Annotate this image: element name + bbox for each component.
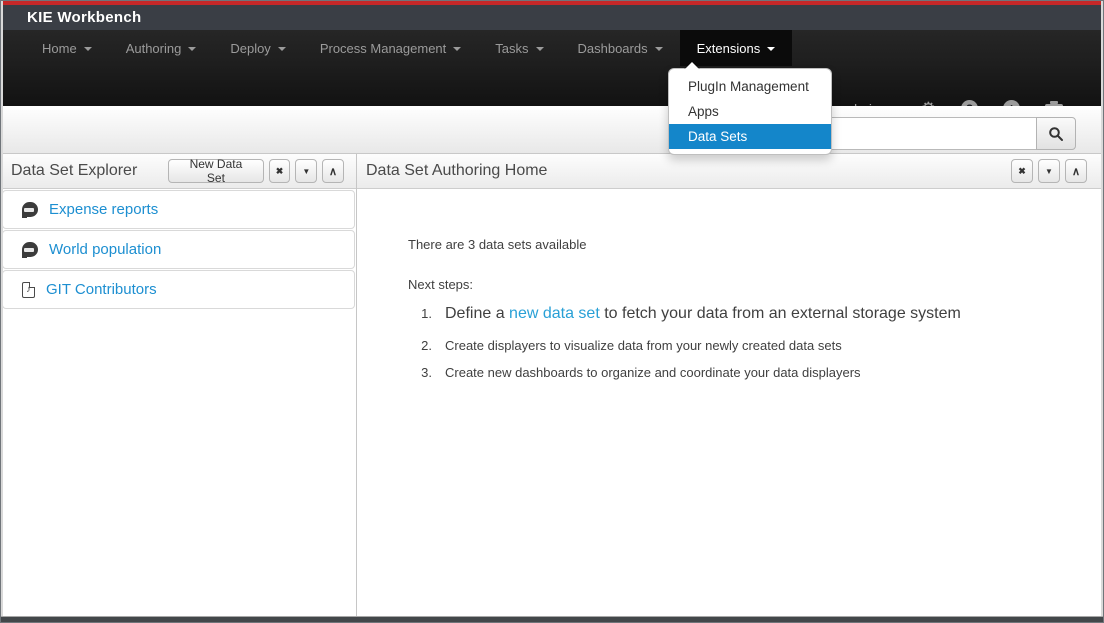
home-panel-header: Data Set Authoring Home ✖ ▼ ∧	[357, 154, 1103, 189]
csv-dataset-icon	[22, 242, 38, 257]
step-text: Create displayers to visualize data from…	[445, 338, 842, 353]
step-number: 3.	[408, 365, 432, 380]
nav-item-label: Deploy	[230, 41, 270, 56]
data-set-list: Expense reports World population ♪ GIT C…	[1, 189, 356, 310]
list-item-world-population[interactable]: World population	[2, 230, 355, 269]
chevron-down-icon	[453, 47, 461, 51]
nav-item-home[interactable]: Home	[25, 30, 109, 66]
chevron-down-icon	[767, 47, 775, 51]
nav-item-label: Dashboards	[578, 41, 648, 56]
document-dataset-icon: ♪	[22, 282, 35, 298]
list-item-git-contributors[interactable]: ♪ GIT Contributors	[2, 270, 355, 309]
step-1: 1. Define a new data set to fetch your d…	[408, 305, 1073, 323]
kie-workbench-window: KIE Workbench Home Authoring Deploy Proc…	[0, 0, 1104, 623]
data-sets-summary: There are 3 data sets available	[408, 237, 1073, 252]
search-icon	[1048, 126, 1064, 142]
home-content: There are 3 data sets available Next ste…	[357, 189, 1103, 380]
panel-menu-button[interactable]: ▼	[295, 159, 317, 183]
data-set-link[interactable]: GIT Contributors	[46, 281, 157, 298]
new-data-set-link[interactable]: new data set	[509, 305, 600, 322]
explorer-panel-header: Data Set Explorer New Data Set ✖ ▼ ∧	[1, 154, 356, 189]
close-icon: ✖	[1018, 166, 1026, 177]
nav-item-label: Tasks	[495, 41, 528, 56]
main-navbar: Home Authoring Deploy Process Management…	[1, 30, 1103, 106]
new-data-set-button[interactable]: New Data Set	[168, 159, 263, 183]
chevron-down-icon	[84, 47, 92, 51]
next-steps-list: 1. Define a new data set to fetch your d…	[408, 305, 1073, 380]
data-set-link[interactable]: World population	[49, 241, 161, 258]
step-text-after: to fetch your data from an external stor…	[600, 305, 961, 322]
csv-dataset-icon	[22, 202, 38, 217]
window-frame-left	[1, 1, 3, 617]
nav-item-dashboards[interactable]: Dashboards	[561, 30, 680, 66]
nav-item-label: Process Management	[320, 41, 446, 56]
menu-item-data-sets[interactable]: Data Sets	[669, 124, 831, 149]
panel-close-button[interactable]: ✖	[1011, 159, 1033, 183]
explorer-panel-title: Data Set Explorer	[11, 162, 137, 180]
nav-item-process-management[interactable]: Process Management	[303, 30, 478, 66]
nav-item-tasks[interactable]: Tasks	[478, 30, 560, 66]
list-item-expense-reports[interactable]: Expense reports	[2, 190, 355, 229]
window-frame-bottom	[1, 616, 1103, 622]
app-title: KIE Workbench	[1, 9, 141, 26]
panel-menu-button[interactable]: ▼	[1038, 159, 1060, 183]
next-steps-label: Next steps:	[408, 277, 1073, 292]
step-text-before: Define a	[445, 305, 509, 322]
chevron-up-icon: ∧	[329, 165, 337, 178]
close-icon: ✖	[276, 166, 284, 177]
chevron-down-icon	[655, 47, 663, 51]
panel-close-button[interactable]: ✖	[269, 159, 291, 183]
nav-item-label: Home	[42, 41, 77, 56]
data-set-link[interactable]: Expense reports	[49, 201, 158, 218]
data-set-authoring-home-panel: Data Set Authoring Home ✖ ▼ ∧ There are …	[357, 154, 1103, 616]
chevron-down-icon	[278, 47, 286, 51]
menu-item-apps[interactable]: Apps	[669, 99, 831, 124]
step-2: 2. Create displayers to visualize data f…	[408, 338, 1073, 353]
nav-item-deploy[interactable]: Deploy	[213, 30, 302, 66]
step-3: 3. Create new dashboards to organize and…	[408, 365, 1073, 380]
caret-down-icon: ▼	[1045, 167, 1053, 176]
nav-menu: Home Authoring Deploy Process Management…	[1, 30, 1103, 66]
data-set-explorer-panel: Data Set Explorer New Data Set ✖ ▼ ∧ Exp…	[1, 154, 357, 616]
chevron-down-icon	[536, 47, 544, 51]
search-toolbar	[1, 106, 1103, 154]
app-titlebar: KIE Workbench	[1, 5, 1103, 30]
search-button[interactable]	[1036, 117, 1076, 150]
step-number: 1.	[408, 306, 432, 321]
nav-item-label: Extensions	[697, 41, 761, 56]
workspace: Data Set Explorer New Data Set ✖ ▼ ∧ Exp…	[1, 154, 1103, 616]
chevron-up-icon: ∧	[1072, 165, 1080, 178]
step-number: 2.	[408, 338, 432, 353]
nav-item-label: Authoring	[126, 41, 182, 56]
home-panel-title: Data Set Authoring Home	[366, 162, 547, 180]
step-text: Define a new data set to fetch your data…	[445, 305, 961, 323]
doc-mark-glyph: ♪	[26, 285, 31, 294]
menu-item-plugin-management[interactable]: PlugIn Management	[669, 74, 831, 99]
caret-down-icon: ▼	[302, 167, 310, 176]
nav-item-authoring[interactable]: Authoring	[109, 30, 214, 66]
extensions-dropdown-menu: PlugIn Management Apps Data Sets	[668, 68, 832, 155]
chevron-down-icon	[188, 47, 196, 51]
step-text: Create new dashboards to organize and co…	[445, 365, 861, 380]
window-frame-right	[1101, 1, 1103, 617]
panel-collapse-button[interactable]: ∧	[322, 159, 344, 183]
panel-collapse-button[interactable]: ∧	[1065, 159, 1087, 183]
